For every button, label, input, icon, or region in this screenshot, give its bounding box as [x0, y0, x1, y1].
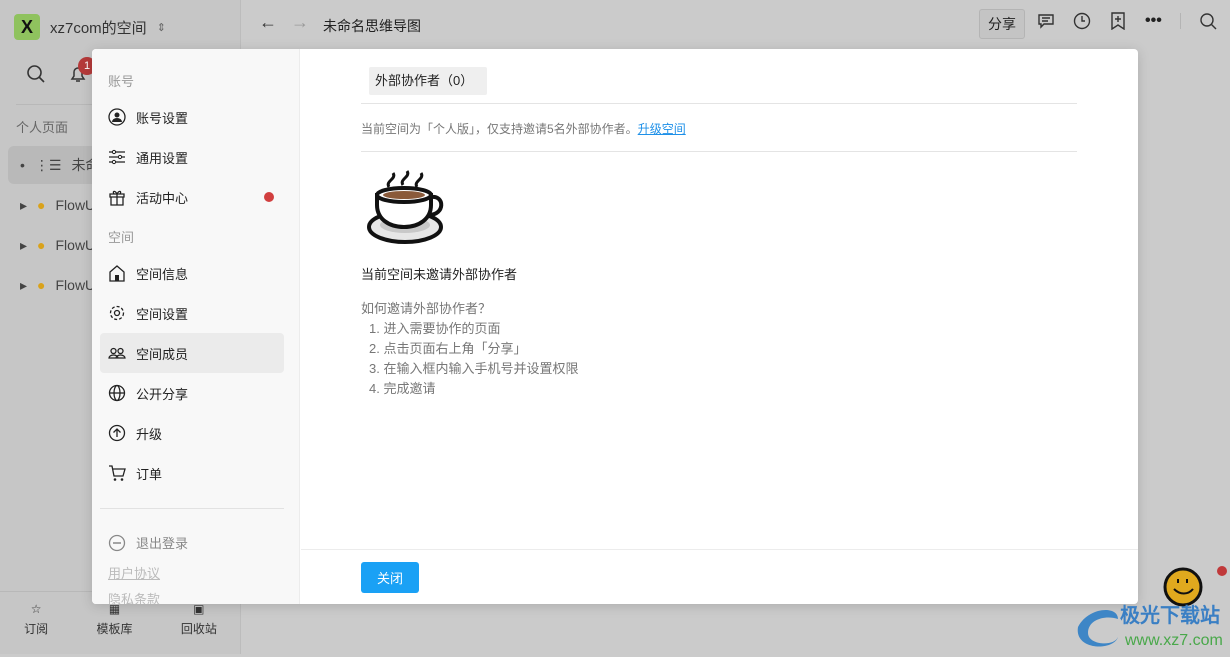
document-title: 未命名思维导图 [323, 18, 421, 34]
search-icon[interactable] [26, 64, 46, 84]
bee-icon: ● [37, 237, 46, 253]
home-icon [109, 265, 125, 282]
sliders-icon [109, 149, 125, 165]
members-icon [108, 347, 126, 359]
chevron-updown-icon: ⇕ [156, 21, 166, 34]
svg-text:www.xz7.com: www.xz7.com [1124, 632, 1223, 649]
divider [361, 103, 1077, 104]
divider [1179, 13, 1181, 29]
workspace-name: xz7com的空间 [50, 19, 147, 37]
caret-right-icon: ▸ [20, 196, 28, 213]
bee-icon: ● [37, 197, 46, 213]
forward-icon[interactable]: → [291, 12, 309, 33]
svg-text:极光下载站: 极光下载站 [1120, 603, 1220, 627]
section-account: 账号 [108, 74, 135, 89]
upgrade-space-link[interactable]: 升级空间 [638, 122, 686, 136]
watermark-logo: 极光下载站 www.xz7.com [1070, 565, 1230, 657]
bookmark-add-icon[interactable] [1109, 12, 1127, 30]
divider [100, 508, 284, 509]
workspace-logo: X [14, 14, 40, 40]
trash-icon: ▣ [193, 602, 205, 616]
template-button[interactable]: ▦ 模板库 [96, 602, 132, 654]
caret-right-icon: ▸ [20, 236, 28, 253]
invite-instructions: 如何邀请外部协作者？ 1. 进入需要协作的页面 2. 点击页面右上角「分享」 3… [361, 299, 578, 399]
workspace-switcher[interactable]: X xz7com的空间 ⇕ [14, 14, 166, 40]
share-button[interactable]: 分享 [979, 9, 1025, 39]
section-header: 个人页面 [16, 120, 69, 135]
nav-activity-center[interactable]: 活动中心 [100, 177, 284, 217]
gear-icon [109, 305, 125, 321]
bullet-icon: • [20, 157, 25, 173]
nav-upgrade[interactable]: 升级 [100, 413, 284, 453]
privacy-link[interactable]: 隐私条款 [108, 589, 160, 604]
user-circle-icon [108, 108, 126, 126]
topbar: ← → 未命名思维导图 分享 ••• [241, 0, 1230, 48]
trash-button[interactable]: ▣ 回收站 [181, 602, 217, 654]
settings-modal: 账号 账号设置 通用设置 活动中心 空间 空间信息 空间设置 空间成员 公开分享… [92, 49, 1138, 604]
nav-space-info[interactable]: 空间信息 [100, 253, 284, 293]
settings-nav: 账号 账号设置 通用设置 活动中心 空间 空间信息 空间设置 空间成员 公开分享… [92, 49, 300, 604]
nav-public-share[interactable]: 公开分享 [100, 373, 284, 413]
unread-dot [264, 192, 274, 202]
divider [301, 549, 1138, 550]
subscribe-icon: ☆ [30, 602, 42, 616]
globe-icon [108, 384, 126, 402]
caret-right-icon: ▸ [20, 276, 28, 293]
search-icon[interactable] [1199, 12, 1217, 30]
instruction-step: 3. 在输入框内输入手机号并设置权限 [369, 361, 579, 376]
logout-button[interactable]: 退出登录 [108, 533, 188, 552]
subscribe-button[interactable]: ☆ 订阅 [24, 602, 48, 654]
nav-general-settings[interactable]: 通用设置 [100, 137, 284, 177]
coffee-cup-illustration [367, 170, 444, 244]
bee-icon: ● [37, 277, 46, 293]
instruction-step: 1. 进入需要协作的页面 [369, 321, 501, 336]
back-icon[interactable]: ← [259, 12, 277, 33]
gift-icon [109, 190, 125, 206]
plan-notice: 当前空间为「个人版」，仅支持邀请5名外部协作者。升级空间 [361, 122, 686, 136]
nav-orders[interactable]: 订单 [100, 453, 284, 493]
more-icon[interactable]: ••• [1145, 12, 1162, 30]
close-button[interactable]: 关闭 [361, 562, 419, 593]
minus-circle-icon [108, 534, 126, 551]
nav-account-settings[interactable]: 账号设置 [100, 97, 284, 137]
upgrade-icon [108, 424, 126, 442]
members-panel: 外部协作者（0） 当前空间为「个人版」，仅支持邀请5名外部协作者。升级空间 当前… [301, 49, 1138, 604]
comment-icon[interactable] [1037, 12, 1055, 30]
tab-external-collaborators[interactable]: 外部协作者（0） [369, 67, 488, 95]
instruction-step: 2. 点击页面右上角「分享」 [369, 341, 527, 356]
nav-space-members[interactable]: 空间成员 [100, 333, 284, 373]
instruction-step: 4. 完成邀请 [369, 381, 436, 396]
user-agreement-link[interactable]: 用户协议 [108, 563, 160, 582]
empty-state-text: 当前空间未邀请外部协作者 [361, 267, 518, 282]
nav-space-settings[interactable]: 空间设置 [100, 293, 284, 333]
mindmap-icon: ⋮☰ [34, 156, 62, 173]
divider [361, 151, 1077, 152]
template-icon: ▦ [108, 602, 121, 616]
cart-icon [109, 465, 126, 481]
section-space: 空间 [108, 230, 135, 245]
history-icon[interactable] [1073, 12, 1091, 30]
